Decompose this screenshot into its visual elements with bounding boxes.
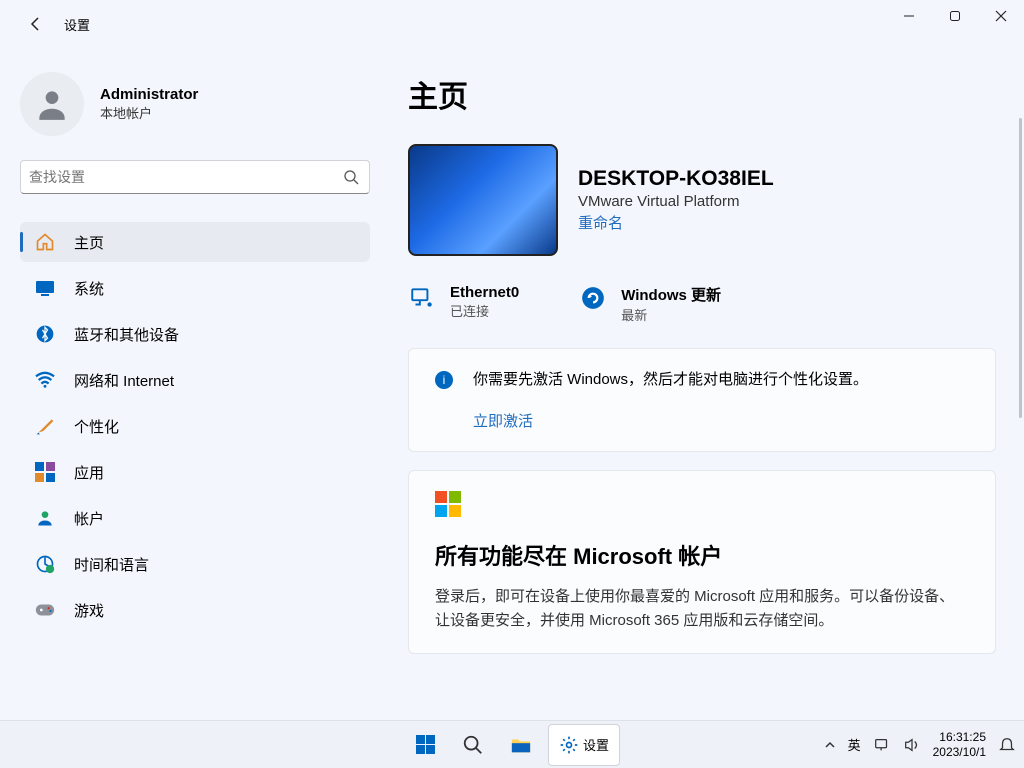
status-row: Ethernet0 已连接 Windows 更新 最新	[408, 284, 996, 324]
close-button[interactable]	[978, 0, 1024, 32]
ms-account-card: 所有功能尽在 Microsoft 帐户 登录后，即可在设备上使用你最喜爱的 Mi…	[408, 470, 996, 654]
device-row: DESKTOP-KO38IEL VMware Virtual Platform …	[408, 144, 996, 256]
main-content: 主页 DESKTOP-KO38IEL VMware Virtual Platfo…	[390, 48, 1024, 720]
window-title: 设置	[64, 15, 90, 34]
sidebar: Administrator 本地帐户 主页 系统	[0, 48, 390, 720]
nav-label: 帐户	[74, 508, 104, 529]
notifications-tray-icon[interactable]	[998, 736, 1016, 754]
user-name: Administrator	[100, 86, 198, 103]
nav-label: 游戏	[74, 600, 104, 621]
device-thumbnail[interactable]	[408, 144, 558, 256]
status-update[interactable]: Windows 更新 最新	[579, 284, 721, 324]
nav-apps[interactable]: 应用	[20, 452, 370, 492]
clock-globe-icon	[34, 553, 56, 575]
activation-text: 你需要先激活 Windows，然后才能对电脑进行个性化设置。	[473, 369, 868, 392]
nav-home[interactable]: 主页	[20, 222, 370, 262]
back-button[interactable]	[16, 4, 56, 44]
tray-overflow[interactable]	[824, 739, 836, 751]
nav: 主页 系统 蓝牙和其他设备 网络和 Internet 个性化	[20, 222, 370, 630]
maximize-button[interactable]	[932, 0, 978, 32]
nav-personalization[interactable]: 个性化	[20, 406, 370, 446]
system-icon	[34, 277, 56, 299]
ms-account-title: 所有功能尽在 Microsoft 帐户	[435, 539, 969, 571]
nav-label: 应用	[74, 462, 104, 483]
nav-label: 蓝牙和其他设备	[74, 324, 179, 345]
update-icon	[579, 284, 607, 312]
status-title: Windows 更新	[621, 284, 721, 305]
microsoft-logo-icon	[435, 491, 969, 517]
nav-gaming[interactable]: 游戏	[20, 590, 370, 630]
ethernet-icon	[408, 284, 436, 312]
search-icon[interactable]	[341, 169, 361, 185]
nav-time-language[interactable]: 时间和语言	[20, 544, 370, 584]
taskbar-settings-button[interactable]: 设置	[548, 724, 620, 766]
page-title: 主页	[408, 72, 996, 116]
status-sub: 最新	[621, 305, 721, 324]
volume-tray-icon[interactable]	[903, 737, 921, 753]
device-platform: VMware Virtual Platform	[578, 193, 774, 210]
status-sub: 已连接	[450, 301, 519, 320]
home-icon	[34, 231, 56, 253]
nav-accounts[interactable]: 帐户	[20, 498, 370, 538]
taskbar: 设置 英 16:31:25 2023/10/1	[0, 720, 1024, 768]
window-controls	[886, 0, 1024, 32]
time: 16:31:25	[933, 730, 986, 744]
nav-label: 系统	[74, 278, 104, 299]
nav-label: 时间和语言	[74, 554, 149, 575]
ime-indicator[interactable]: 英	[848, 735, 861, 754]
search-box[interactable]	[20, 160, 370, 194]
user-block[interactable]: Administrator 本地帐户	[20, 72, 370, 136]
nav-system[interactable]: 系统	[20, 268, 370, 308]
titlebar: 设置	[0, 0, 1024, 48]
system-tray: 英 16:31:25 2023/10/1	[824, 730, 1016, 759]
activation-banner: i 你需要先激活 Windows，然后才能对电脑进行个性化设置。 立即激活	[408, 348, 996, 452]
settings-window: 设置 Administrator 本地帐户	[0, 0, 1024, 720]
network-tray-icon[interactable]	[873, 737, 891, 753]
start-button[interactable]	[404, 724, 446, 766]
rename-link[interactable]: 重命名	[578, 212, 774, 233]
nav-network[interactable]: 网络和 Internet	[20, 360, 370, 400]
ms-account-body: 登录后，即可在设备上使用你最喜爱的 Microsoft 应用和服务。可以备份设备…	[435, 585, 969, 633]
account-icon	[34, 507, 56, 529]
file-explorer-button[interactable]	[500, 724, 542, 766]
clock[interactable]: 16:31:25 2023/10/1	[933, 730, 986, 759]
scrollbar[interactable]	[1019, 118, 1022, 418]
activate-link[interactable]: 立即激活	[473, 410, 868, 431]
status-network[interactable]: Ethernet0 已连接	[408, 284, 519, 324]
taskbar-settings-label: 设置	[583, 735, 609, 754]
minimize-button[interactable]	[886, 0, 932, 32]
nav-label: 个性化	[74, 416, 119, 437]
avatar	[20, 72, 84, 136]
taskbar-search-button[interactable]	[452, 724, 494, 766]
info-icon: i	[435, 371, 453, 389]
nav-label: 主页	[74, 232, 104, 253]
nav-label: 网络和 Internet	[74, 370, 174, 391]
device-name: DESKTOP-KO38IEL	[578, 167, 774, 191]
gamepad-icon	[34, 599, 56, 621]
apps-icon	[34, 461, 56, 483]
status-title: Ethernet0	[450, 284, 519, 301]
date: 2023/10/1	[933, 745, 986, 759]
bluetooth-icon	[34, 323, 56, 345]
search-input[interactable]	[29, 169, 341, 185]
nav-bluetooth[interactable]: 蓝牙和其他设备	[20, 314, 370, 354]
user-sub: 本地帐户	[100, 103, 198, 122]
brush-icon	[34, 415, 56, 437]
wifi-icon	[34, 369, 56, 391]
